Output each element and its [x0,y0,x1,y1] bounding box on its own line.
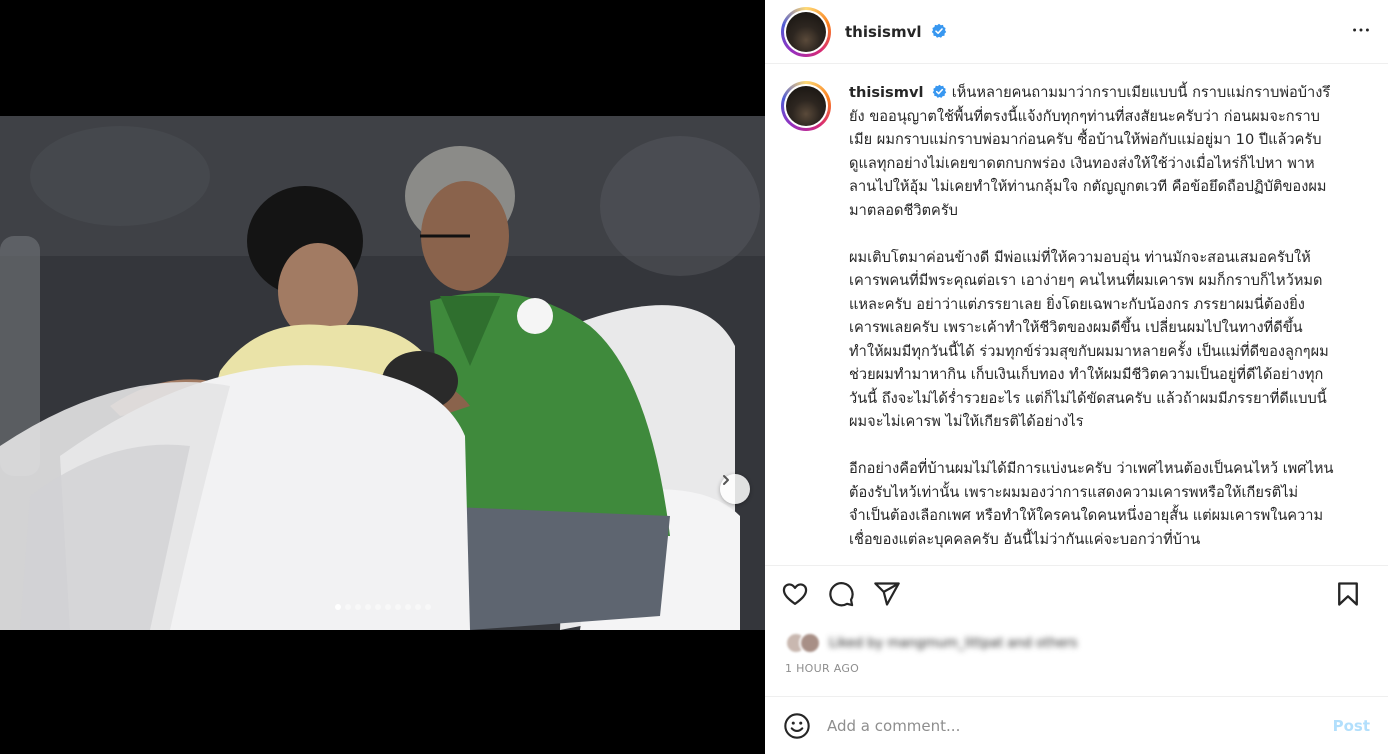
bookmark-icon [1338,581,1358,606]
post-media [0,0,765,754]
carousel-dot [334,604,341,610]
carousel-dot [384,604,391,610]
carousel-dot [364,604,371,610]
caption-avatar[interactable] [781,81,831,131]
share-button[interactable] [873,580,901,608]
carousel-dot [424,604,431,610]
caption-area: thisismvl เห็นหลายคนถามมาว่ากราบเมียแบบน… [765,65,1388,565]
caption-username[interactable]: thisismvl [849,84,923,101]
liker-avatar [799,632,821,654]
heart-icon [782,582,808,605]
caption-paragraph: ผมเติบโตมาค่อนข้างดี มีพ่อแม่ที่ให้ความอ… [849,248,1329,431]
post-side-panel: thisismvl thisismvl เห็นหลายคนถามมาว่ากร… [765,0,1388,754]
caption-paragraph: อีกอย่างคือที่บ้านผมไม่ได้มีการแบ่งนะครั… [849,460,1334,548]
caption: thisismvl เห็นหลายคนถามมาว่ากราบเมียแบบน… [781,81,1372,565]
post-timestamp[interactable]: 1 HOUR AGO [785,662,859,675]
carousel-dot [354,604,361,610]
username-link[interactable]: thisismvl [845,23,947,41]
carousel-indicator [0,604,765,610]
carousel-dot [414,604,421,610]
more-horizontal-icon [1353,28,1369,31]
send-icon [874,581,900,606]
carousel-dot [344,604,351,610]
post-comment-button[interactable]: Post [1333,717,1370,735]
likes-summary[interactable]: Liked by mangmum_littpat and others [785,632,1077,654]
carousel-next-button[interactable] [720,474,750,504]
caption-text: thisismvl เห็นหลายคนถามมาว่ากราบเมียแบบน… [849,81,1339,565]
more-options-button[interactable] [1350,19,1372,45]
save-button[interactable] [1334,580,1362,608]
comment-button[interactable] [827,580,855,608]
comment-input[interactable] [827,716,1333,735]
chevron-right-icon [723,475,729,485]
carousel-dot [404,604,411,610]
comment-icon [829,581,854,606]
like-button[interactable] [781,580,809,608]
post-header: thisismvl [765,0,1388,64]
carousel-dot [374,604,381,610]
comment-bar: Post [765,696,1388,754]
emoji-icon [784,712,810,739]
verified-badge-icon [932,84,947,98]
carousel-dot [394,604,401,610]
post-photo[interactable] [0,116,765,630]
action-bar [765,565,1388,621]
avatar[interactable] [781,6,831,57]
wedding-photo-illustration [0,116,765,630]
caption-paragraph: thisismvl เห็นหลายคนถามมาว่ากราบเมียแบบน… [849,84,1331,219]
verified-badge-icon [931,23,946,38]
likes-text[interactable]: Liked by mangmum_littpat and others [829,636,1077,651]
emoji-button[interactable] [783,712,811,740]
